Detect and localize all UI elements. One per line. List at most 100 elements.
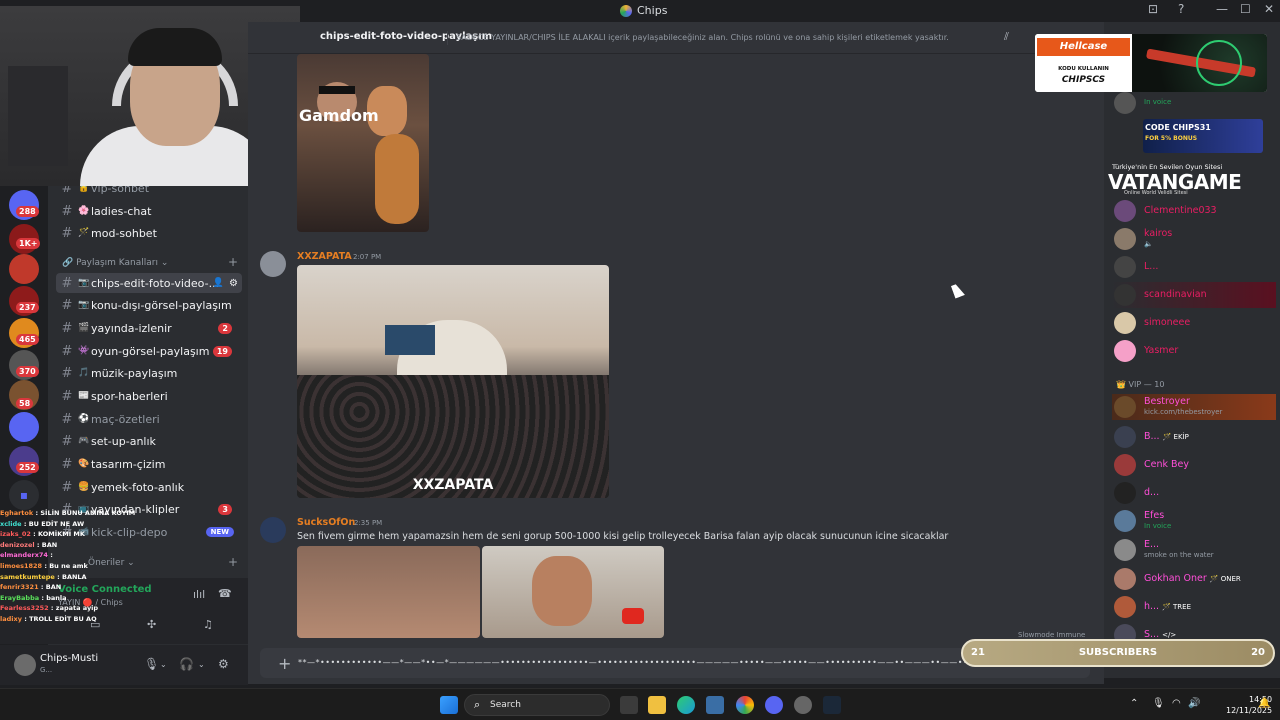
member-item[interactable]: simoneee	[1112, 310, 1276, 336]
username[interactable]: Chips-Musti	[40, 653, 98, 664]
member-item[interactable]: Gokhan Oner 🪄 ONER	[1112, 566, 1276, 592]
channel-name: mod-sohbet	[91, 226, 157, 240]
member-item[interactable]: Efes In voice	[1112, 508, 1276, 534]
add-attachment-icon[interactable]: +	[278, 654, 291, 673]
channel-spor[interactable]: # 📰 spor-haberleri	[56, 386, 242, 406]
member-status: In voice	[1144, 522, 1172, 530]
channel-yemek[interactable]: # 🍔 yemek-foto-anlık	[56, 477, 242, 497]
notification-icon[interactable]: 🔔	[1258, 698, 1270, 709]
server-icon-8[interactable]	[9, 412, 39, 442]
avatar	[1114, 200, 1136, 222]
member-item[interactable]: Clementine033	[1112, 198, 1276, 224]
server-icon-3[interactable]	[9, 254, 39, 284]
chrome-icon[interactable]	[736, 696, 754, 714]
member-item[interactable]: L...	[1112, 254, 1276, 280]
channel-muzik[interactable]: # 🎵 müzik-paylaşım	[56, 363, 242, 383]
channel-topic[interactable]: SADECE YAYINLAR/CHIPS İLE ALAKALI içerik…	[456, 33, 949, 42]
message-author[interactable]: XXZAPATA	[297, 251, 352, 262]
hellcase-logo: Hellcase	[1037, 38, 1130, 56]
channel-mod-sohbet[interactable]: # 🪄 mod-sohbet	[56, 223, 242, 243]
folder-icon[interactable]: ▪	[9, 480, 39, 510]
channel-name: yemek-foto-anlık	[91, 480, 185, 494]
message-image[interactable]	[482, 546, 664, 638]
member-item[interactable]: scandinavian	[1112, 282, 1276, 308]
channel-konu-disi[interactable]: # 📷 konu-dışı-görsel-paylaşım	[56, 295, 242, 315]
discord-icon[interactable]	[765, 696, 783, 714]
channel-name: set-up-anlık	[91, 434, 156, 448]
server-badge: 288	[16, 206, 39, 217]
streamer-hair	[128, 28, 222, 66]
chevron-down-icon[interactable]: ⌄	[198, 660, 205, 669]
member-name: E...	[1144, 539, 1160, 550]
taskbar: ⌕ Search ⌃ 🎙 ◠ 🔊 14:50 12/11/2025 🔔	[0, 688, 1280, 720]
channel-oyun-gorsel[interactable]: # 👾 oyun-görsel-paylaşım 19	[56, 341, 242, 361]
volume-icon[interactable]: 🔊	[1188, 698, 1200, 709]
subs-label: SUBSCRIBERS	[1078, 647, 1158, 658]
member-item[interactable]: In voice	[1112, 90, 1276, 116]
server-badge: 252	[16, 462, 39, 473]
edge-icon[interactable]	[677, 696, 695, 714]
category-paylasim[interactable]: 🔗 Paylaşım Kanalları ⌄	[62, 258, 168, 268]
disconnect-icon[interactable]: ☎	[218, 587, 232, 600]
server-badge: 465	[16, 334, 39, 345]
headphones-icon[interactable]: 🎧	[179, 657, 194, 671]
lootbox-bonus: FOR 5% BONUS	[1145, 135, 1198, 142]
maximize-button[interactable]: ☐	[1240, 2, 1251, 16]
message-image[interactable]	[297, 546, 480, 638]
obs-icon[interactable]	[794, 696, 812, 714]
member-name: Clementine033	[1144, 205, 1217, 216]
message-image[interactable]: Gamdom	[297, 54, 429, 232]
avatar	[1114, 312, 1136, 334]
invite-icon[interactable]: 👤	[213, 278, 224, 288]
add-channel-icon[interactable]: +	[228, 555, 238, 569]
channel-ladies-chat[interactable]: # 🌸 ladies-chat	[56, 201, 242, 221]
member-item[interactable]: kairos 🔈	[1112, 226, 1276, 252]
windows-start-icon[interactable]	[440, 696, 458, 714]
member-name-text: Gokhan Oner	[1144, 573, 1207, 584]
channel-set-up[interactable]: # 🎮 set-up-anlık	[56, 431, 242, 451]
taskbar-search[interactable]: ⌕ Search	[464, 694, 610, 716]
member-item[interactable]: d...	[1112, 480, 1276, 506]
gear-icon[interactable]: ⚙	[229, 278, 238, 289]
member-item[interactable]: B... 🪄 EKİP	[1112, 424, 1276, 450]
wifi-icon[interactable]: ◠	[1172, 698, 1181, 709]
store-icon[interactable]	[706, 696, 724, 714]
steam-icon[interactable]	[823, 696, 841, 714]
message-author[interactable]: SucksOfOn	[297, 517, 355, 528]
hash-icon: #	[61, 225, 73, 241]
member-name: Efes	[1144, 510, 1165, 521]
message-image[interactable]: XXZAPATA	[297, 265, 609, 498]
inbox-icon[interactable]: ⊡	[1148, 2, 1158, 16]
microphone-tray-icon[interactable]: 🎙	[1152, 698, 1165, 709]
threads-icon[interactable]: ⫽	[1004, 30, 1009, 44]
channel-name: tasarım-çizim	[91, 457, 166, 471]
microphone-icon[interactable]: 🎙	[144, 657, 159, 671]
file-explorer-icon[interactable]	[648, 696, 666, 714]
avatar[interactable]	[14, 654, 36, 676]
chevron-up-icon[interactable]: ⌃	[1130, 698, 1138, 709]
minimize-button[interactable]: —	[1216, 2, 1228, 16]
avatar[interactable]	[260, 251, 286, 277]
channel-tasarim[interactable]: # 🎨 tasarım-çizim	[56, 454, 242, 474]
channel-emoji: 🎬	[78, 323, 90, 333]
avatar[interactable]	[260, 517, 286, 543]
task-view-icon[interactable]	[620, 696, 638, 714]
close-button[interactable]: ✕	[1264, 2, 1274, 16]
mention-badge: 3	[218, 503, 232, 515]
chat-text: SİLİN BUNU AMINA KOYIM	[40, 509, 136, 517]
add-channel-icon[interactable]: +	[228, 255, 238, 269]
channel-yayinda-izlenir[interactable]: # 🎬 yayında-izlenir 2	[56, 318, 242, 338]
soundboard-icon[interactable]: ♫	[203, 618, 213, 631]
person-hair	[375, 134, 419, 224]
member-tag: 🪄 ONER	[1209, 575, 1241, 583]
channel-mac-ozetleri[interactable]: # ⚽ maç-özetleri	[56, 409, 242, 429]
member-item[interactable]: E... smoke on the water	[1112, 537, 1276, 563]
member-item[interactable]: Yasmer	[1112, 338, 1276, 364]
member-item[interactable]: h... 🪄 TREE	[1112, 594, 1276, 620]
member-item[interactable]: Bestroyer kick.com/thebestroyer	[1112, 394, 1276, 420]
help-icon[interactable]: ?	[1178, 2, 1184, 16]
settings-gear-icon[interactable]: ⚙	[218, 657, 229, 671]
chevron-down-icon[interactable]: ⌄	[160, 660, 167, 669]
channel-chips-edit[interactable]: # 📷 chips-edit-foto-video-... 👤 ⚙	[56, 273, 242, 293]
member-item[interactable]: Cenk Bey	[1112, 452, 1276, 478]
